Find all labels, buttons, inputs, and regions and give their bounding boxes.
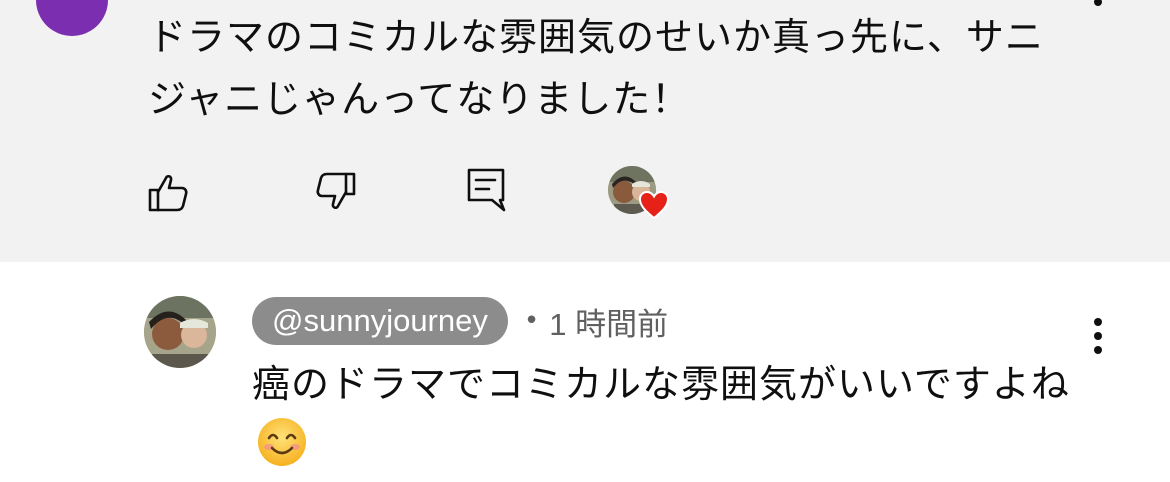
reply-body: 癌のドラマでコミカルな雰囲気がいいですよね: [252, 362, 1070, 406]
creator-heart[interactable]: [608, 166, 672, 222]
comment-thread: K ドラマのコミカルな雰囲気のせいか真っ先に、サニ ジャニじゃんってなりました！: [0, 0, 1170, 482]
more-options-icon[interactable]: [1087, 316, 1109, 356]
channel-handle[interactable]: @sunnyjourney: [252, 297, 508, 345]
more-options-icon[interactable]: [1089, 0, 1107, 6]
timestamp: 1 時間前: [549, 306, 669, 342]
thumbs-up-icon: [148, 174, 188, 212]
smiling-face-icon: [258, 418, 306, 466]
reply-avatar[interactable]: [144, 296, 216, 368]
highlighted-comment: K ドラマのコミカルな雰囲気のせいか真っ先に、サニ ジャニじゃんってなりました！: [0, 0, 1170, 262]
reply-button[interactable]: [462, 166, 510, 214]
thumbs-down-icon: [316, 172, 356, 210]
reply-comment: @sunnyjourney • 1 時間前 癌のドラマでコミカルな雰囲気がいいで…: [0, 262, 1170, 482]
commenter-avatar[interactable]: K: [36, 0, 108, 36]
comment-body: ドラマのコミカルな雰囲気のせいか真っ先に、サニ ジャニじゃんってなりました！: [148, 6, 1068, 130]
comment-line: ドラマのコミカルな雰囲気のせいか真っ先に、サニ: [148, 15, 1044, 59]
comment-line: ジャニじゃんってなりました！: [148, 77, 691, 121]
dislike-button[interactable]: [312, 168, 360, 216]
meta-separator: •: [523, 306, 540, 336]
reply-header: @sunnyjourney • 1 時間前: [252, 297, 668, 345]
heart-icon: [638, 190, 670, 220]
like-button[interactable]: [144, 168, 192, 216]
reply-icon: [467, 168, 506, 212]
channel-handle-text: @sunnyjourney: [272, 303, 488, 338]
